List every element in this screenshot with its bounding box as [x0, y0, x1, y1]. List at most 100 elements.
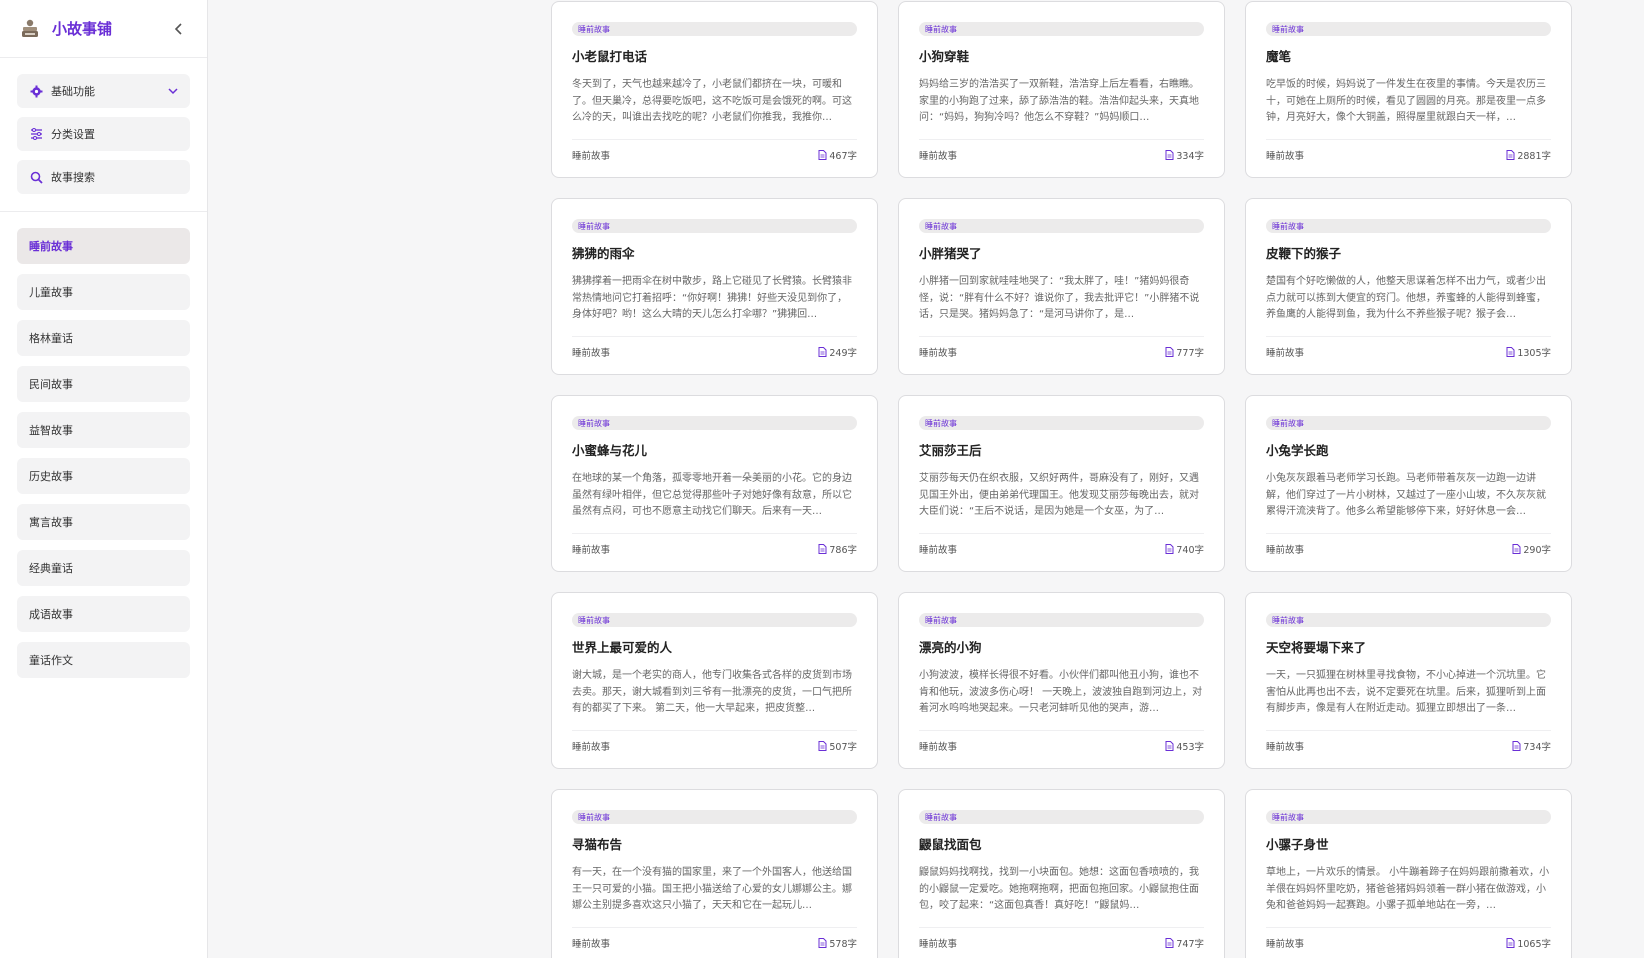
card-footer: 睡前故事 747字	[919, 936, 1204, 950]
word-count: 747字	[1165, 936, 1204, 950]
collapse-sidebar-icon[interactable]	[169, 19, 189, 39]
story-excerpt: 楚国有个好吃懒做的人，他整天思谋着怎样不出力气，或者少出点力就可以拣到大便宜的窍…	[1266, 276, 1546, 320]
card-divider	[919, 730, 1204, 731]
story-card[interactable]: 睡前故事 鼹鼠找面包 鼹鼠妈妈找啊找，找到一小块面包。她想：这面包香喷喷的，我的…	[898, 789, 1225, 958]
story-excerpt: 有一天，在一个没有猫的国家里，来了一个外国客人，他送给国王一只可爱的小猫。国王把…	[572, 867, 852, 911]
story-card[interactable]: 睡前故事 世界上最可爱的人 谢大城，是一个老实的商人，他专门收集各式各样的皮货到…	[551, 592, 878, 769]
category-item-puzzle[interactable]: 益智故事	[17, 412, 190, 448]
category-item-fairy-essay[interactable]: 童话作文	[17, 642, 190, 678]
story-title: 小骡子身世	[1266, 837, 1329, 852]
document-icon	[1165, 938, 1174, 948]
story-excerpt: 小兔灰灰跟着马老师学习长跑。马老师带着灰灰一边跑一边讲解，他们穿过了一片小树林，…	[1266, 473, 1546, 517]
story-title: 魔笔	[1266, 49, 1292, 64]
story-category: 睡前故事	[1266, 742, 1305, 753]
story-title: 艾丽莎王后	[919, 443, 982, 458]
document-icon	[818, 150, 827, 160]
card-footer: 睡前故事 578字	[572, 936, 857, 950]
card-footer: 睡前故事 334字	[919, 148, 1204, 162]
card-divider	[919, 927, 1204, 928]
sliders-icon	[29, 127, 43, 141]
document-icon	[1506, 938, 1515, 948]
category-item-classic-fairy[interactable]: 经典童话	[17, 550, 190, 586]
word-count: 1305字	[1506, 345, 1551, 359]
card-divider	[1266, 730, 1551, 731]
word-count: 1065字	[1506, 936, 1551, 950]
category-item-folk[interactable]: 民间故事	[17, 366, 190, 402]
function-menu: 基础功能 分类设置 故事搜索	[0, 58, 207, 212]
document-icon	[1165, 544, 1174, 554]
story-excerpt: 妈妈给三岁的浩浩买了一双新鞋，浩浩穿上后左看看，右瞧瞧。家里的小狗跑了过来，舔了…	[919, 79, 1199, 123]
word-count-value: 740字	[1176, 545, 1204, 556]
story-excerpt: 一天，一只狐狸在树林里寻找食物，不小心掉进一个沉坑里。它害怕从此再也出不去，说不…	[1266, 670, 1546, 714]
menu-story-search[interactable]: 故事搜索	[17, 160, 190, 194]
story-card[interactable]: 睡前故事 艾丽莎王后 艾丽莎每天仍在织衣服，又织好两件，哥麻没有了，刚好，又遇见…	[898, 395, 1225, 572]
word-count-value: 2881字	[1517, 151, 1551, 162]
word-count-value: 290字	[1523, 545, 1551, 556]
story-tag: 睡前故事	[572, 416, 857, 430]
document-icon	[1512, 741, 1521, 751]
app-logo-icon	[18, 17, 42, 41]
story-tag: 睡前故事	[572, 810, 857, 824]
card-footer: 睡前故事 786字	[572, 542, 857, 556]
story-card[interactable]: 睡前故事 皮鞭下的猴子 楚国有个好吃懒做的人，他整天思谋着怎样不出力气，或者少出…	[1245, 198, 1572, 375]
story-title: 小蜜蜂与花儿	[572, 443, 648, 458]
story-tag: 睡前故事	[572, 22, 857, 36]
category-item-history[interactable]: 历史故事	[17, 458, 190, 494]
card-divider	[919, 139, 1204, 140]
story-excerpt: 小狗波波，模样长得很不好看。小伙伴们都叫他丑小狗，谁也不肯和他玩，波波多伤心呀！…	[919, 670, 1203, 714]
story-category: 睡前故事	[1266, 545, 1305, 556]
story-excerpt: 狒狒撑着一把雨伞在树中散步，路上它碰见了长臂猿。长臂猿非常热情地问它打着招呼：“…	[572, 276, 852, 320]
story-card[interactable]: 睡前故事 小胖猪哭了 小胖猪一回到家就哇哇地哭了：“我太胖了，哇！”猪妈妈很奇怪…	[898, 198, 1225, 375]
word-count-value: 453字	[1176, 742, 1204, 753]
word-count-value: 747字	[1176, 939, 1204, 950]
word-count-value: 786字	[829, 545, 857, 556]
category-item-idiom[interactable]: 成语故事	[17, 596, 190, 632]
story-category: 睡前故事	[919, 151, 958, 162]
story-card[interactable]: 睡前故事 小骡子身世 草地上，一片欢乐的情景。 小牛蹦着蹄子在妈妈跟前撒着欢，小…	[1245, 789, 1572, 958]
story-excerpt: 艾丽莎每天仍在织衣服，又织好两件，哥麻没有了，刚好，又遇见国王外出，便由弟弟代理…	[919, 473, 1199, 517]
category-item-children[interactable]: 儿童故事	[17, 274, 190, 310]
card-footer: 睡前故事 1305字	[1266, 345, 1551, 359]
story-category: 睡前故事	[1266, 939, 1305, 950]
card-footer: 睡前故事 740字	[919, 542, 1204, 556]
story-card[interactable]: 睡前故事 漂亮的小狗 小狗波波，模样长得很不好看。小伙伴们都叫他丑小狗，谁也不肯…	[898, 592, 1225, 769]
menu-category-settings[interactable]: 分类设置	[17, 117, 190, 151]
word-count-value: 507字	[829, 742, 857, 753]
story-title: 世界上最可爱的人	[572, 640, 673, 655]
story-card[interactable]: 睡前故事 狒狒的雨伞 狒狒撑着一把雨伞在树中散步，路上它碰见了长臂猿。长臂猿非常…	[551, 198, 878, 375]
story-category: 睡前故事	[572, 545, 611, 556]
menu-basic-functions[interactable]: 基础功能	[17, 74, 190, 108]
card-divider	[1266, 139, 1551, 140]
story-category: 睡前故事	[572, 348, 611, 359]
story-card[interactable]: 睡前故事 寻猫布告 有一天，在一个没有猫的国家里，来了一个外国客人，他送给国王一…	[551, 789, 878, 958]
menu-label: 基础功能	[51, 85, 95, 98]
category-item-fable[interactable]: 寓言故事	[17, 504, 190, 540]
story-tag: 睡前故事	[919, 219, 1204, 233]
document-icon	[1165, 347, 1174, 357]
word-count-value: 467字	[829, 151, 857, 162]
word-count-value: 249字	[829, 348, 857, 359]
story-tag: 睡前故事	[1266, 810, 1551, 824]
story-card[interactable]: 睡前故事 小兔学长跑 小兔灰灰跟着马老师学习长跑。马老师带着灰灰一边跑一边讲解，…	[1245, 395, 1572, 572]
story-category: 睡前故事	[1266, 348, 1305, 359]
card-divider	[919, 336, 1204, 337]
story-excerpt: 谢大城，是一个老实的商人，他专门收集各式各样的皮货到市场去卖。那天，谢大城看到刘…	[572, 670, 852, 714]
story-card[interactable]: 睡前故事 魔笔 吃早饭的时候，妈妈说了一件发生在夜里的事情。今天是农历三十，可她…	[1245, 1, 1572, 178]
card-divider	[572, 139, 857, 140]
story-card[interactable]: 睡前故事 小老鼠打电话 冬天到了，天气也越来越冷了，小老鼠们都挤在一块，可暖和了…	[551, 1, 878, 178]
story-title: 天空将要塌下来了	[1266, 640, 1367, 655]
word-count-value: 334字	[1176, 151, 1204, 162]
document-icon	[1506, 150, 1515, 160]
category-item-bedtime[interactable]: 睡前故事	[17, 228, 190, 264]
story-card[interactable]: 睡前故事 天空将要塌下来了 一天，一只狐狸在树林里寻找食物，不小心掉进一个沉坑里…	[1245, 592, 1572, 769]
sidebar: 小故事铺 基础功能 分类设置 故事搜索 睡前故事 儿童故事 格林童话 民间故事 …	[0, 0, 208, 958]
story-card[interactable]: 睡前故事 小蜜蜂与花儿 在地球的某一个角落，孤零零地开着一朵美丽的小花。它的身边…	[551, 395, 878, 572]
card-footer: 睡前故事 290字	[1266, 542, 1551, 556]
category-item-grimm[interactable]: 格林童话	[17, 320, 190, 356]
story-title: 鼹鼠找面包	[919, 837, 982, 852]
story-title: 小狗穿鞋	[919, 49, 970, 64]
brand-header: 小故事铺	[0, 0, 207, 58]
story-card[interactable]: 睡前故事 小狗穿鞋 妈妈给三岁的浩浩买了一双新鞋，浩浩穿上后左看看，右瞧瞧。家里…	[898, 1, 1225, 178]
story-category: 睡前故事	[572, 151, 611, 162]
card-divider	[1266, 533, 1551, 534]
